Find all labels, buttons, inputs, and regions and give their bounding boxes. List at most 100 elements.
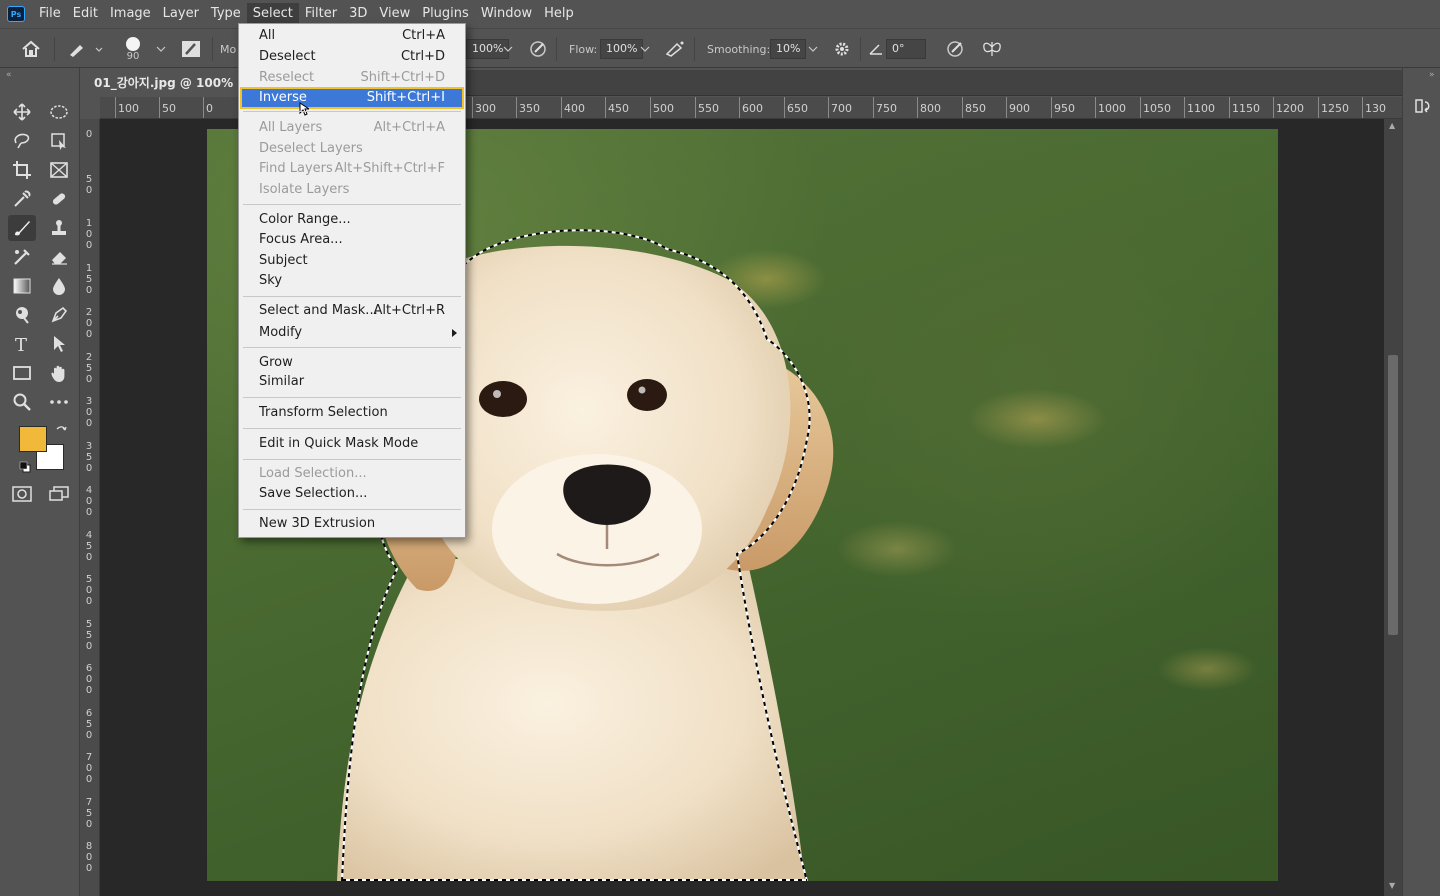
ruler-label: 0 [85,129,93,140]
zoom-tool-icon[interactable] [8,389,36,415]
menu-item-inverse[interactable]: Inverse Shift+Ctrl+I [240,87,464,109]
menu-item-deselect[interactable]: Deselect Ctrl+D [239,47,465,67]
menu-item-all[interactable]: All Ctrl+A [239,26,465,46]
swap-colors-icon[interactable] [55,425,67,440]
menu-item-modify[interactable]: Modify [239,323,465,343]
chevron-down-icon[interactable] [503,29,513,69]
lasso-tool-icon[interactable] [8,128,36,154]
object-select-tool-icon[interactable] [45,128,73,154]
more-tools-icon[interactable] [45,389,73,415]
menu-select[interactable]: Select [246,3,299,25]
crop-tool-icon[interactable] [8,157,36,183]
vertical-scrollbar[interactable]: ▲ ▼ [1384,119,1402,896]
brush-settings-icon[interactable] [180,29,202,69]
ruler-label: 5 0 [85,173,93,196]
menu-item-color-range[interactable]: Color Range... [239,210,465,230]
default-colors-icon[interactable] [19,461,31,476]
tools-panel: « T [0,68,80,896]
eyedropper-tool-icon[interactable] [8,186,36,212]
menu-file[interactable]: File [33,3,67,25]
gear-icon[interactable] [833,29,851,69]
scrollbar-thumb[interactable] [1388,355,1398,635]
menu-item-sky[interactable]: Sky [239,271,465,291]
brush-tool-icon[interactable] [8,215,36,241]
menu-item-save-selection[interactable]: Save Selection... [239,484,465,504]
menu-plugins[interactable]: Plugins [416,3,475,25]
pressure-opacity-icon[interactable] [528,29,548,69]
rectangle-tool-icon[interactable] [8,360,36,386]
smoothing-input[interactable]: 10% [770,39,807,59]
airbrush-icon[interactable] [664,29,686,69]
home-icon[interactable] [20,29,42,69]
menu-item-all-layers[interactable]: All Layers Alt+Ctrl+A [239,118,465,138]
menu-item-deselect-layers[interactable]: Deselect Layers [239,139,465,159]
clone-stamp-tool-icon[interactable] [45,215,73,241]
document-tab[interactable]: 01_강아지.jpg @ 100% (R [82,70,265,96]
menu-item-find-layers[interactable]: Find Layers Alt+Shift+Ctrl+F [239,159,465,179]
ruler-tick [1095,97,1096,118]
ruler-label: 450 [608,102,629,115]
ruler-label: 550 [698,102,719,115]
menu-item-focus-area[interactable]: Focus Area... [239,230,465,250]
angle-input[interactable]: 0° [886,39,926,59]
select-menu-dropdown: All Ctrl+A Deselect Ctrl+D Reselect Shift+C… [238,23,466,538]
options-bar: 90 Mo 100% Flow: 100% Smoothing: 10% 0° [0,28,1440,68]
history-brush-tool-icon[interactable] [8,244,36,270]
pen-tool-icon[interactable] [45,302,73,328]
menu-type[interactable]: Type [205,3,247,25]
dodge-tool-icon[interactable] [8,302,36,328]
flow-input[interactable]: 100% [600,39,644,59]
menu-item-subject[interactable]: Subject [239,251,465,271]
menu-item-transform-selection[interactable]: Transform Selection [239,403,465,423]
screen-mode-icon[interactable] [45,481,73,507]
menu-item-grow[interactable]: Grow [239,353,465,373]
symmetry-icon[interactable] [981,29,1003,69]
path-selection-tool-icon[interactable] [45,331,73,357]
marquee-tool-icon[interactable] [45,99,73,125]
flow-label: Flow: [569,42,598,56]
menu-item-reselect[interactable]: Reselect Shift+Ctrl+D [239,68,465,88]
ruler-tick [1362,97,1363,118]
healing-brush-tool-icon[interactable] [45,186,73,212]
menu-filter[interactable]: Filter [299,3,343,25]
menu-help[interactable]: Help [538,3,580,25]
scroll-up-icon[interactable]: ▲ [1389,121,1395,130]
hand-tool-icon[interactable] [45,360,73,386]
expand-panels-icon[interactable]: » [1429,70,1435,80]
ruler-label: 3 5 0 [85,440,93,474]
menu-item-isolate-layers[interactable]: Isolate Layers [239,180,465,200]
app-logo[interactable]: Ps [7,6,25,22]
frame-tool-icon[interactable] [45,157,73,183]
submenu-arrow-icon [452,329,457,337]
menu-window[interactable]: Window [475,3,538,25]
brush-size-preview[interactable]: 90 [126,29,140,69]
menu-view[interactable]: View [373,3,416,25]
scroll-down-icon[interactable]: ▼ [1389,881,1395,890]
menu-item-quick-mask[interactable]: Edit in Quick Mask Mode [239,434,465,454]
menu-layer[interactable]: Layer [157,3,205,25]
blur-tool-icon[interactable] [45,273,73,299]
gradient-tool-icon[interactable] [8,273,36,299]
collapse-icon[interactable]: « [6,70,12,80]
history-panel-icon[interactable] [1413,96,1433,119]
chevron-down-icon[interactable] [808,29,818,69]
eraser-tool-icon[interactable] [45,244,73,270]
menu-item-select-and-mask[interactable]: Select and Mask... Alt+Ctrl+R [239,301,465,321]
menu-image[interactable]: Image [104,3,157,25]
menu-3d[interactable]: 3D [343,3,373,25]
ruler-tick [1273,97,1274,118]
brush-preset-icon[interactable] [66,29,104,69]
ruler-label: 2 0 0 [85,307,93,340]
move-tool-icon[interactable] [8,99,36,125]
menu-item-similar[interactable]: Similar [239,372,465,392]
pressure-size-icon[interactable] [945,29,967,69]
ruler-tick [650,97,651,118]
chevron-down-icon[interactable] [640,29,650,69]
chevron-down-icon[interactable] [156,29,166,69]
type-tool-icon[interactable]: T [8,331,36,357]
menu-item-new-3d-extrusion[interactable]: New 3D Extrusion [239,514,465,534]
quick-mask-icon[interactable] [8,481,36,507]
menu-item-load-selection[interactable]: Load Selection... [239,464,465,484]
foreground-color-swatch-front[interactable] [19,426,47,452]
menu-edit[interactable]: Edit [67,3,104,25]
